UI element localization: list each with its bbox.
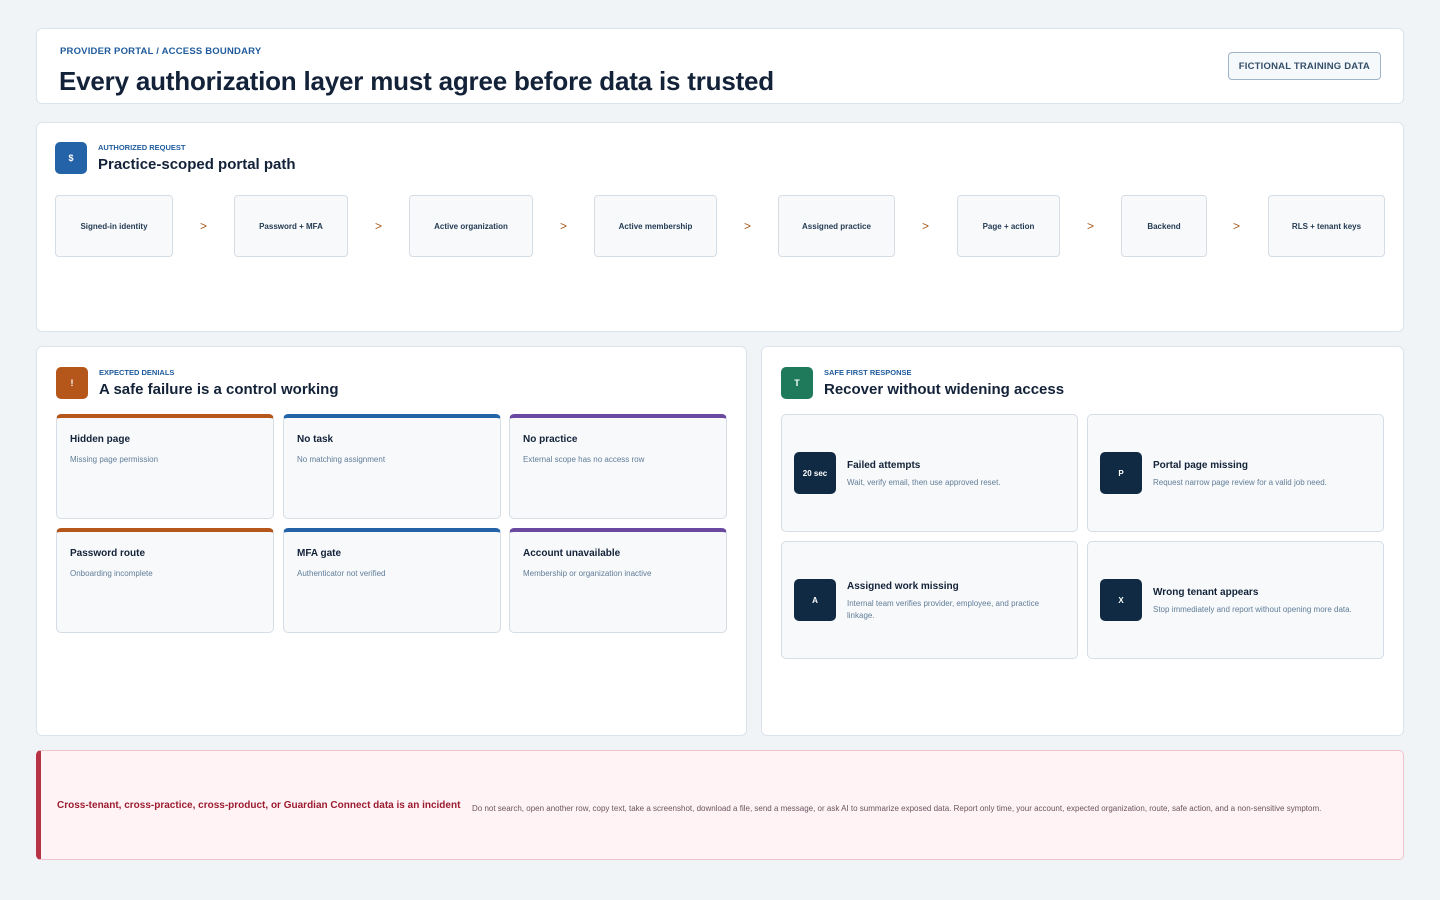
incident-banner: Cross-tenant, cross-practice, cross-prod…	[36, 750, 1404, 860]
denial-title: No practice	[523, 434, 578, 445]
denial-tile: MFA gate Authenticator not verified	[283, 528, 501, 633]
denial-tile: No practice External scope has no access…	[509, 414, 727, 519]
response-desc: Wait, verify email, then use approved re…	[847, 478, 1001, 487]
chevron-right-icon: >	[375, 219, 383, 233]
path-step-organization: Active organization	[409, 195, 533, 257]
path-step-practice: Assigned practice	[778, 195, 895, 257]
response-tile: A Assigned work missing Internal team ve…	[781, 541, 1078, 659]
page-header: PROVIDER PORTAL / ACCESS BOUNDARY Every …	[36, 28, 1404, 104]
path-step-backend: Backend	[1121, 195, 1207, 257]
stop-icon: X	[1100, 579, 1142, 621]
page-title: Every authorization layer must agree bef…	[59, 66, 774, 96]
assignment-icon: A	[794, 579, 836, 621]
response-title: Wrong tenant appears	[1153, 587, 1259, 598]
section-title: Recover without widening access	[824, 381, 1065, 398]
dollar-icon: $	[55, 142, 87, 174]
response-tile: P Portal page missing Request narrow pag…	[1087, 414, 1384, 532]
response-title: Assigned work missing	[847, 581, 959, 592]
denial-desc: Membership or organization inactive	[523, 569, 652, 578]
chevron-right-icon: >	[1087, 219, 1095, 233]
safe-response-panel: T SAFE FIRST RESPONSE Recover without wi…	[761, 346, 1404, 736]
path-step-page-action: Page + action	[957, 195, 1060, 257]
response-title: Portal page missing	[1153, 460, 1249, 471]
path-step-identity: Signed-in identity	[55, 195, 173, 257]
chevron-right-icon: >	[200, 219, 208, 233]
response-tile: X Wrong tenant appears Stop immediately …	[1087, 541, 1384, 659]
section-title: Practice-scoped portal path	[98, 156, 296, 173]
team-icon: T	[781, 367, 813, 399]
denial-tile: Account unavailable Membership or organi…	[509, 528, 727, 633]
page-icon: P	[1100, 452, 1142, 494]
denial-tile: Password route Onboarding incomplete	[56, 528, 274, 633]
training-data-badge: FICTIONAL TRAINING DATA	[1227, 52, 1381, 80]
timer-icon: 20 sec	[794, 452, 836, 494]
chevron-right-icon: >	[744, 219, 752, 233]
denial-desc: Missing page permission	[70, 455, 159, 464]
section-eyebrow: EXPECTED DENIALS	[99, 368, 175, 377]
section-eyebrow: SAFE FIRST RESPONSE	[824, 368, 912, 377]
response-desc: Stop immediately and report without open…	[1153, 605, 1352, 614]
expected-denials-panel: ! EXPECTED DENIALS A safe failure is a c…	[36, 346, 747, 736]
denial-title: Account unavailable	[523, 548, 621, 559]
denial-title: Password route	[70, 548, 146, 559]
incident-title: Cross-tenant, cross-practice, cross-prod…	[57, 800, 461, 811]
section-eyebrow: AUTHORIZED REQUEST	[98, 143, 186, 152]
section-title: A safe failure is a control working	[99, 381, 339, 398]
path-step-rls-tenant-keys: RLS + tenant keys	[1268, 195, 1385, 257]
response-desc: Internal team verifies provider, employe…	[847, 599, 1040, 620]
denial-desc: No matching assignment	[297, 455, 386, 464]
path-step-membership: Active membership	[594, 195, 717, 257]
denial-desc: External scope has no access row	[523, 455, 645, 464]
denial-desc: Authenticator not verified	[297, 569, 386, 578]
chevron-right-icon: >	[560, 219, 568, 233]
denial-title: Hidden page	[70, 434, 131, 445]
authorized-request-panel: $ AUTHORIZED REQUEST Practice-scoped por…	[36, 122, 1404, 332]
response-tile: 20 sec Failed attempts Wait, verify emai…	[781, 414, 1078, 532]
warning-icon: !	[56, 367, 88, 399]
response-title: Failed attempts	[847, 460, 921, 471]
denial-tile: No task No matching assignment	[283, 414, 501, 519]
denial-title: No task	[297, 434, 334, 445]
response-desc: Request narrow page review for a valid j…	[1153, 478, 1327, 487]
incident-desc: Do not search, open another row, copy te…	[472, 804, 1322, 813]
path-step-password-mfa: Password + MFA	[234, 195, 348, 257]
denial-title: MFA gate	[297, 548, 342, 559]
chevron-right-icon: >	[1233, 219, 1241, 233]
denial-tile: Hidden page Missing page permission	[56, 414, 274, 519]
breadcrumb: PROVIDER PORTAL / ACCESS BOUNDARY	[60, 46, 262, 57]
denial-desc: Onboarding incomplete	[70, 569, 153, 578]
chevron-right-icon: >	[922, 219, 930, 233]
